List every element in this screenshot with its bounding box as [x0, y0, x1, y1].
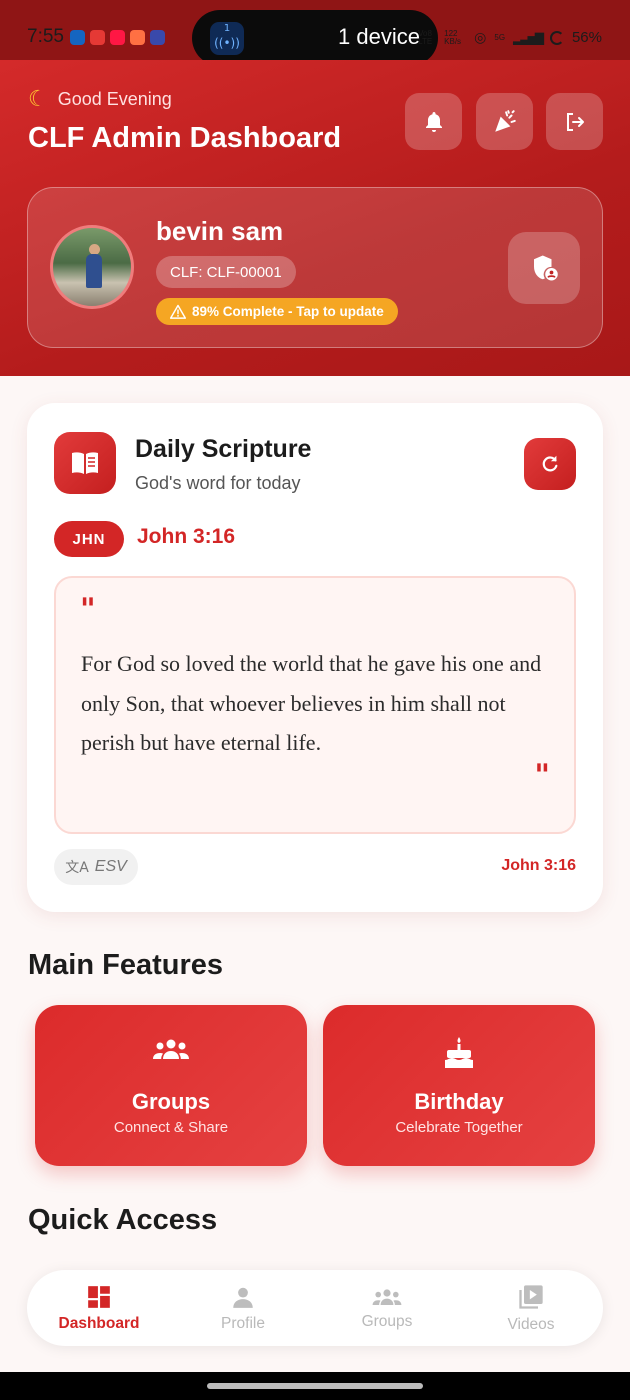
battery-icon — [549, 30, 564, 45]
verse-reference: John 3:16 — [137, 525, 236, 548]
verse-text: For God so loved the world that he gave … — [81, 651, 542, 755]
network-speed: 122 KB/s — [444, 28, 462, 46]
bell-icon — [425, 111, 442, 132]
translate-icon: 文A — [65, 860, 89, 876]
groups-feature-subtitle: Connect & Share — [113, 1119, 229, 1136]
refresh-verse-button[interactable] — [524, 438, 576, 490]
person-icon — [233, 1287, 253, 1308]
logout-icon — [566, 112, 584, 131]
refresh-icon — [542, 455, 558, 472]
groups-icon — [153, 1039, 189, 1059]
bottom-navigation: Dashboard Profile Groups Videos — [27, 1270, 603, 1346]
book-icon — [72, 452, 98, 474]
close-quote-icon: " — [534, 758, 550, 793]
book-icon-container — [54, 432, 116, 494]
daily-scripture-card: Daily Scripture God's word for today JHN… — [27, 403, 603, 912]
nav-videos[interactable]: Videos — [459, 1270, 603, 1346]
admin-shield-icon — [534, 255, 558, 281]
cake-icon — [445, 1037, 473, 1068]
video-library-icon — [519, 1284, 543, 1309]
network-type: Vo8 LTE — [418, 28, 433, 46]
greeting-text: Good Evening — [57, 89, 172, 109]
celebration-icon — [494, 109, 516, 132]
live-activity-text: 1 device — [338, 24, 420, 49]
app-notification-icon — [130, 30, 145, 45]
nav-profile[interactable]: Profile — [171, 1270, 315, 1346]
signal-icon: ▂▃▅▇ — [513, 30, 544, 45]
verse-reference-footer: John 3:16 — [501, 857, 576, 874]
scripture-title: Daily Scripture — [135, 435, 312, 463]
nav-videos-label: Videos — [507, 1315, 555, 1333]
dashboard-header: ☾ Good Evening CLF Admin Dashboard bevin… — [0, 60, 630, 376]
avatar[interactable] — [50, 225, 134, 309]
main-features-title: Main Features — [28, 949, 223, 981]
nav-profile-label: Profile — [221, 1314, 265, 1332]
logout-button[interactable] — [546, 93, 603, 150]
bible-version-chip[interactable]: 文A ESV — [54, 849, 138, 885]
nav-dashboard-label: Dashboard — [58, 1314, 140, 1332]
page-title: CLF Admin Dashboard — [28, 122, 342, 154]
scripture-subtitle: God's word for today — [135, 473, 301, 493]
groups-icon — [372, 1288, 402, 1305]
quick-access-title: Quick Access — [28, 1204, 218, 1236]
status-time: 7:55 — [27, 26, 64, 47]
profile-completion-badge[interactable]: 89% Complete - Tap to update — [156, 298, 398, 325]
notifications-button[interactable] — [405, 93, 462, 150]
signal-label: 5G — [494, 32, 506, 42]
gesture-handle[interactable] — [207, 1383, 423, 1389]
nav-groups[interactable]: Groups — [315, 1270, 459, 1346]
birthday-feature-card[interactable]: Birthday Celebrate Together — [323, 1005, 595, 1166]
groups-feature-card[interactable]: Groups Connect & Share — [35, 1005, 307, 1166]
profile-name: bevin sam — [156, 216, 284, 246]
greeting: ☾ Good Evening — [28, 87, 172, 112]
notification-icons — [70, 30, 165, 45]
broadcast-icon: 1 ((•)) — [210, 22, 244, 55]
youtube-notification-icon — [110, 30, 125, 45]
book-code-chip: JHN — [54, 521, 124, 557]
status-indicators: Vo8 LTE 122 KB/s ◎ 5G ▂▃▅▇ 56% — [418, 29, 602, 46]
battery-percent: 56% — [571, 29, 602, 46]
app-notification-icon — [70, 30, 85, 45]
nav-dashboard[interactable]: Dashboard — [27, 1270, 171, 1346]
hotspot-icon: ◎ — [474, 29, 487, 45]
birthday-feature-title: Birthday — [414, 1089, 504, 1114]
dashboard-icon — [88, 1285, 110, 1308]
profile-completion-text: 89% Complete - Tap to update — [192, 304, 384, 319]
live-badge-count: 1 — [223, 23, 231, 34]
gesture-navigation-bar — [0, 1372, 630, 1400]
app-notification-icon — [150, 30, 165, 45]
open-quote-icon: " — [80, 592, 96, 627]
celebrations-button[interactable] — [476, 93, 533, 150]
warning-icon — [170, 304, 186, 319]
nav-groups-label: Groups — [361, 1312, 413, 1330]
bible-version: ESV — [94, 858, 127, 875]
app-notification-icon — [90, 30, 105, 45]
groups-feature-title: Groups — [131, 1089, 211, 1114]
live-activity-pill[interactable]: 1 ((•)) 1 device — [192, 10, 438, 66]
verse-box: " For God so loved the world that he gav… — [54, 576, 576, 834]
admin-shield-button[interactable] — [508, 232, 580, 304]
moon-icon: ☾ — [28, 87, 48, 112]
clf-id-badge: CLF: CLF-00001 — [156, 256, 296, 288]
profile-card[interactable]: bevin sam CLF: CLF-00001 89% Complete - … — [27, 187, 603, 348]
birthday-feature-subtitle: Celebrate Together — [395, 1119, 523, 1136]
